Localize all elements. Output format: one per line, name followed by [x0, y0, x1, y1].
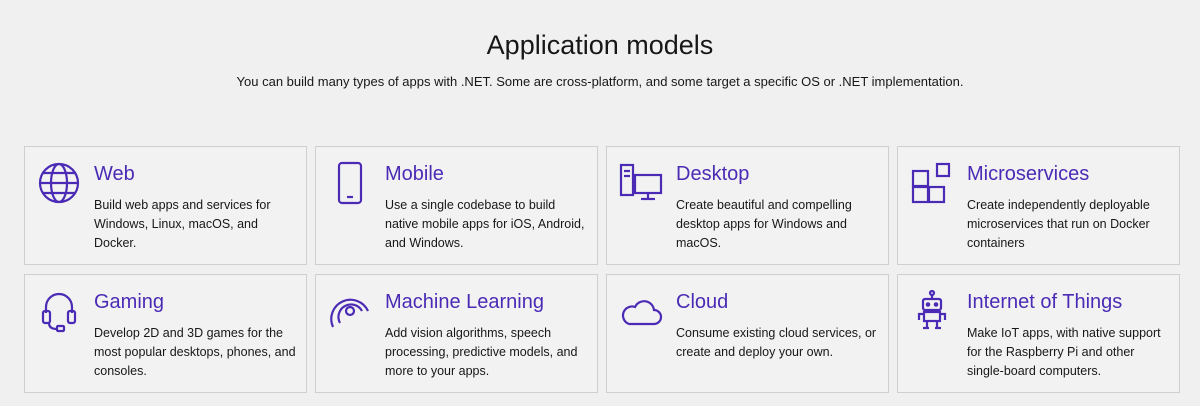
- card-description: Build web apps and services for Windows,…: [94, 198, 271, 250]
- page-title: Application models: [486, 30, 714, 60]
- card-desktop[interactable]: Desktop Create beautiful and compelling …: [606, 146, 889, 265]
- card-title: Web: [94, 163, 135, 185]
- card-title: Mobile: [385, 163, 444, 185]
- card-web[interactable]: Web Build web apps and services for Wind…: [24, 146, 307, 265]
- card-description: Consume existing cloud services, or crea…: [676, 326, 877, 359]
- card-machine-learning[interactable]: Machine Learning Add vision algorithms, …: [315, 274, 598, 393]
- microservices-icon: [910, 161, 954, 205]
- card-internet-of-things[interactable]: Internet of Things Make IoT apps, with n…: [897, 274, 1180, 393]
- card-grid: Web Build web apps and services for Wind…: [24, 146, 1180, 393]
- card-title: Gaming: [94, 291, 165, 313]
- cloud-icon: [619, 289, 663, 333]
- card-description: Create beautiful and compelling desktop …: [676, 198, 852, 250]
- card-description: Create independently deployable microser…: [967, 198, 1150, 250]
- robot-icon: [910, 289, 954, 333]
- card-description: Make IoT apps, with native support for t…: [967, 326, 1161, 378]
- card-gaming[interactable]: Gaming Develop 2D and 3D games for the m…: [24, 274, 307, 393]
- card-title: Cloud: [676, 291, 729, 313]
- card-description: Develop 2D and 3D games for the most pop…: [94, 326, 296, 378]
- globe-icon: [37, 161, 81, 205]
- headset-icon: [37, 289, 81, 333]
- application-models-section: Application models You can build many ty…: [0, 0, 1200, 406]
- card-description: Use a single codebase to build native mo…: [385, 198, 585, 250]
- card-title: Machine Learning: [385, 291, 544, 313]
- card-cloud[interactable]: Cloud Consume existing cloud services, o…: [606, 274, 889, 393]
- card-title: Desktop: [676, 163, 750, 185]
- desktop-icon: [619, 161, 663, 205]
- card-description: Add vision algorithms, speech processing…: [385, 326, 578, 378]
- page-subtitle: You can build many types of apps with .N…: [236, 74, 964, 89]
- ml-icon: [328, 289, 372, 333]
- card-mobile[interactable]: Mobile Use a single codebase to build na…: [315, 146, 598, 265]
- card-microservices[interactable]: Microservices Create independently deplo…: [897, 146, 1180, 265]
- card-title: Internet of Things: [967, 291, 1123, 313]
- phone-icon: [328, 161, 372, 205]
- card-title: Microservices: [967, 163, 1090, 185]
